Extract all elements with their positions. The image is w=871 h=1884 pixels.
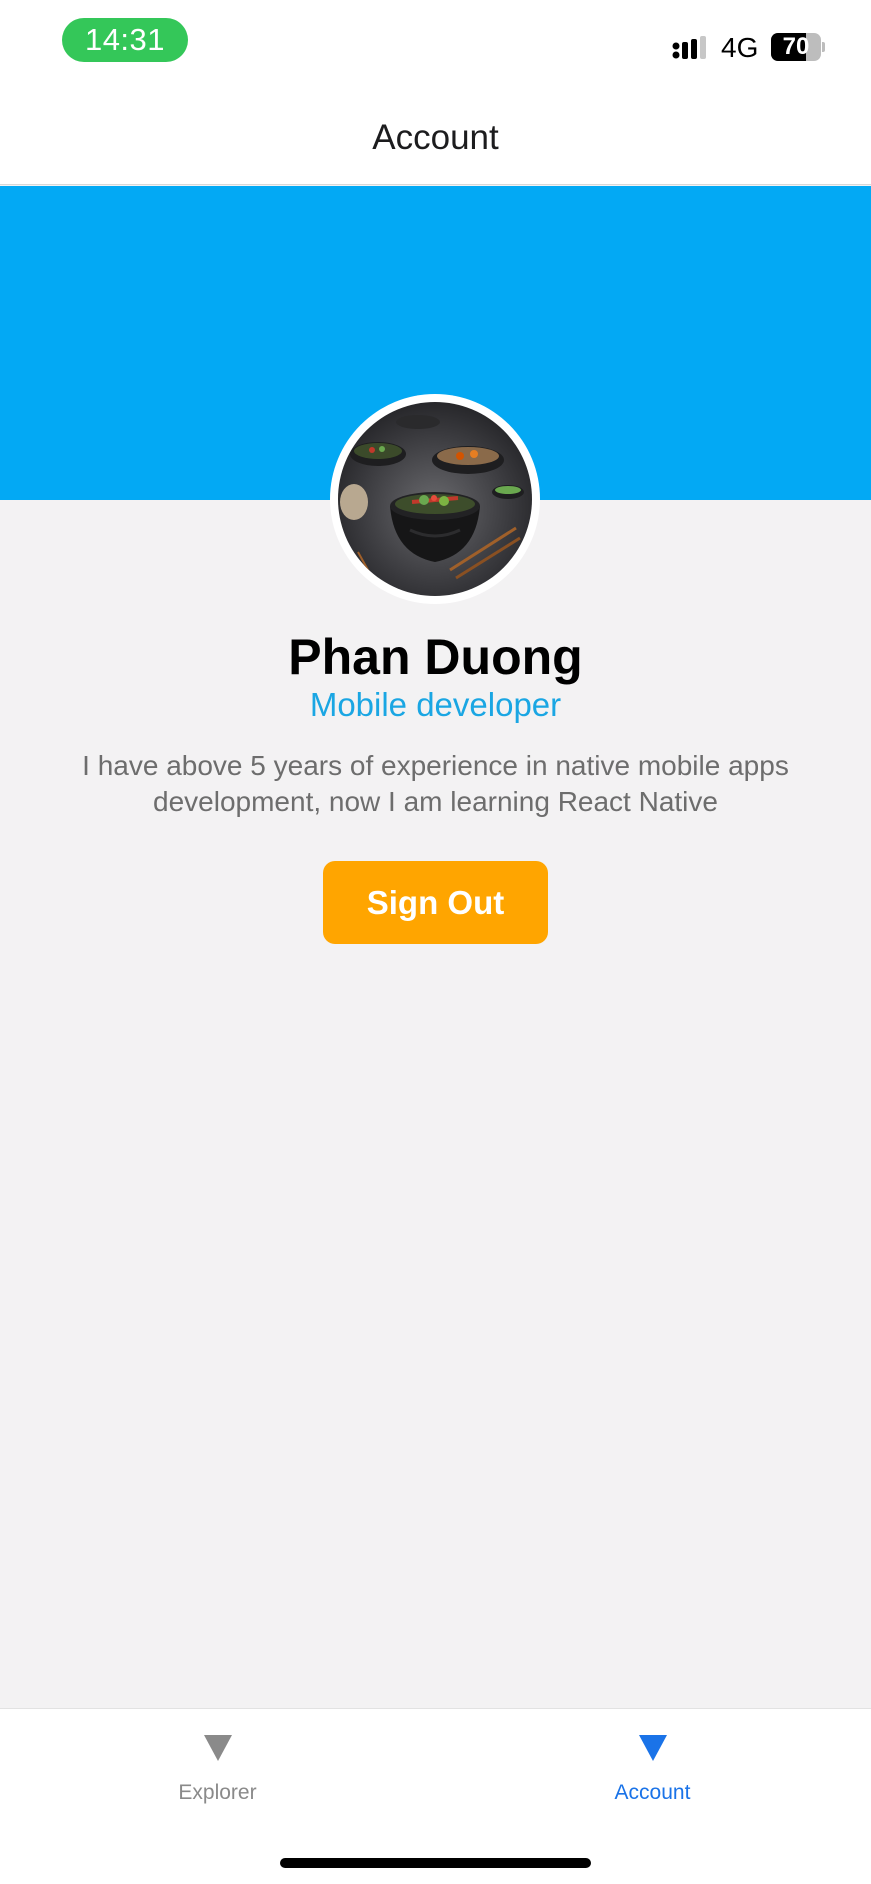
battery-level: 70 (782, 33, 810, 60)
nav-header: Account (0, 92, 871, 185)
network-type: 4G (721, 32, 759, 63)
status-bar: 14:31 4G 70 (0, 0, 871, 92)
account-screen: 14:31 4G 70 Account Phan Duong Mobile de… (0, 0, 871, 1884)
status-time: 14:31 (62, 18, 188, 62)
avatar-photo (338, 402, 532, 596)
tab-explorer[interactable]: Explorer (0, 1709, 435, 1819)
cellular-signal-icon (672, 36, 706, 59)
avatar[interactable] (330, 394, 540, 604)
triangle-down-icon (639, 1735, 667, 1761)
sign-out-button[interactable]: Sign Out (323, 861, 548, 944)
triangle-down-icon (204, 1735, 232, 1761)
battery-icon: 70 (771, 33, 825, 61)
profile-role: Mobile developer (309, 686, 562, 723)
profile-bio: I have above 5 years of experience in na… (82, 750, 789, 817)
tab-account[interactable]: Account (435, 1709, 870, 1819)
tab-account-label: Account (614, 1781, 691, 1804)
page-title: Account (372, 118, 499, 157)
home-indicator (280, 1858, 591, 1868)
tab-explorer-label: Explorer (178, 1781, 257, 1804)
profile-name: Phan Duong (288, 629, 583, 685)
